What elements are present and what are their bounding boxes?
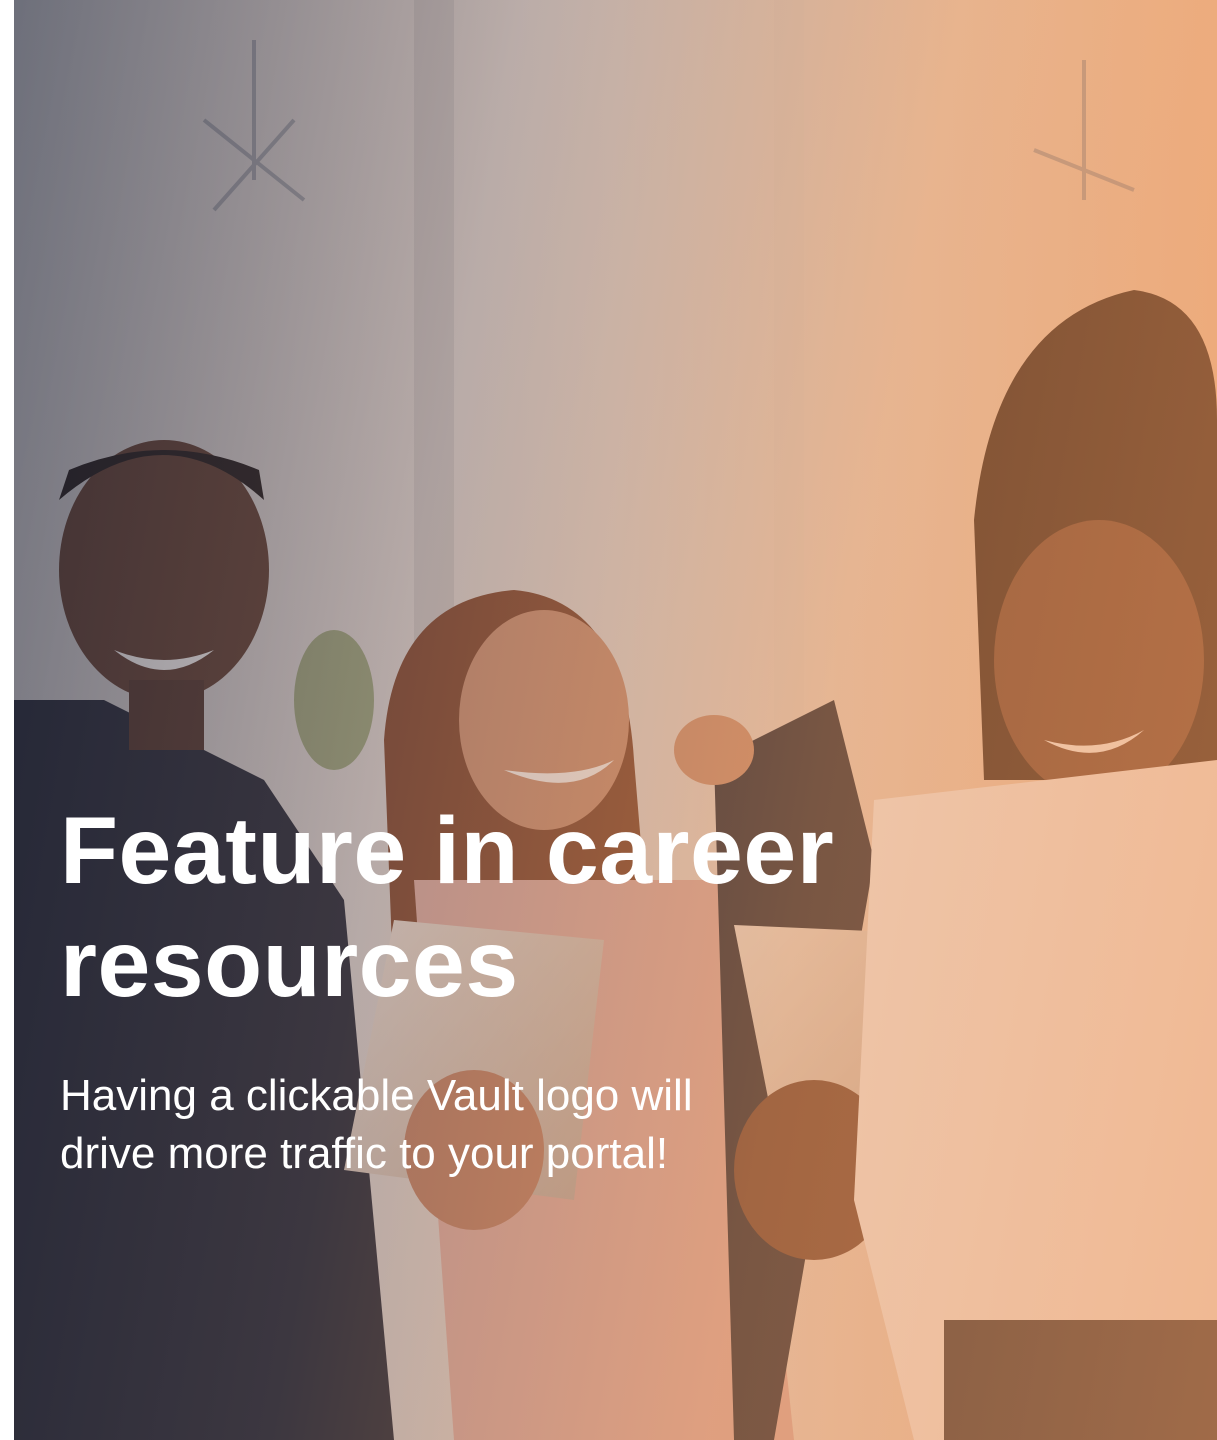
hero-title: Feature in career resources	[60, 798, 835, 1017]
hero-subtitle: Having a clickable Vault logo will drive…	[60, 1071, 693, 1178]
hero-banner: Feature in career resources Having a cli…	[14, 0, 1217, 1440]
gradient-overlay	[14, 0, 1217, 1440]
page: Feature in career resources Having a cli…	[0, 0, 1217, 1440]
